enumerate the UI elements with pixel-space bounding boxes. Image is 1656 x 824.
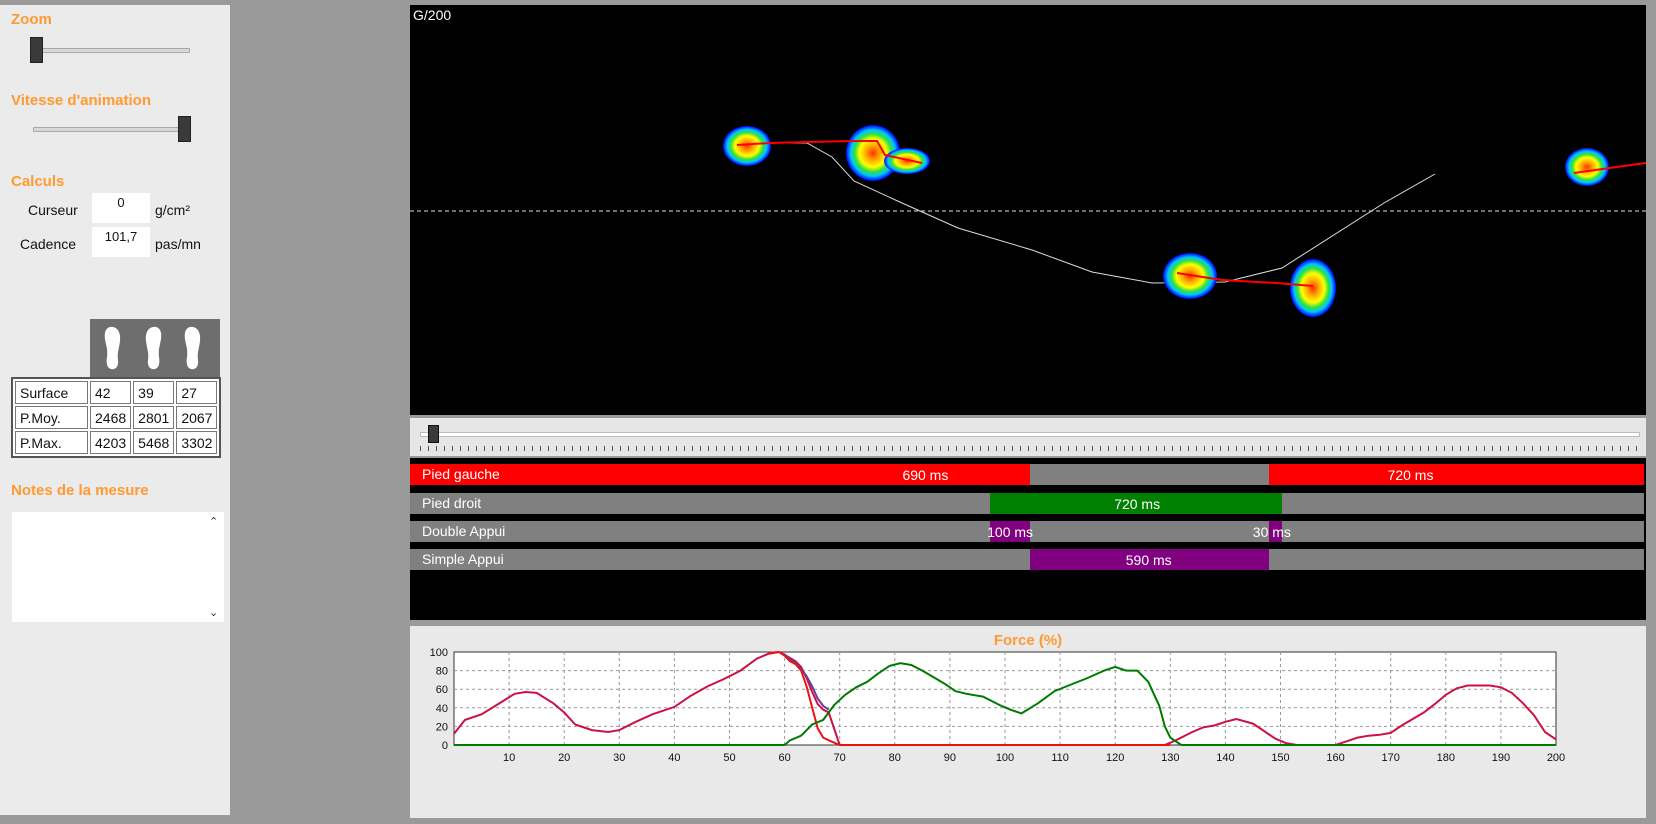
zoom-slider-track[interactable]: [33, 48, 190, 53]
table-row: P.Moy. 2468 2801 2067: [15, 406, 218, 429]
foot-icon: [184, 326, 201, 370]
cadence-field[interactable]: 101,7: [92, 227, 150, 257]
cadence-unit: pas/mn: [155, 236, 201, 252]
heatmap-scale-label: G/200: [413, 7, 452, 23]
pressure-heatmap-view[interactable]: G/200: [410, 5, 1656, 415]
notes-textarea[interactable]: ⌃ ⌄: [12, 512, 224, 622]
cell: 27: [176, 381, 218, 404]
timeline-ticks: [420, 446, 1638, 451]
phase-name: Double Appui: [422, 523, 506, 539]
cell: 2468: [90, 406, 132, 429]
cell: 2801: [133, 406, 175, 429]
x-tick-label: 30: [613, 752, 625, 764]
row-label: Surface: [15, 381, 88, 404]
cell: 4203: [90, 431, 132, 454]
phase-row: Simple Appui 590 ms: [410, 549, 1644, 570]
phase-duration-label: 690 ms: [902, 467, 949, 483]
y-tick-label: 20: [436, 721, 448, 733]
x-tick-label: 160: [1326, 752, 1344, 764]
cell: 2067: [176, 406, 218, 429]
phase-name: Pied droit: [422, 495, 482, 511]
cadence-label: Cadence: [20, 236, 77, 252]
timeline-track[interactable]: [420, 432, 1640, 437]
cell: 39: [133, 381, 175, 404]
control-panel: Zoom Vitesse d'animation Calculs Curseur…: [0, 5, 230, 815]
speed-label: Vitesse d'animation: [11, 92, 152, 109]
phase-row: Pied gauche 690 ms 720 ms: [410, 464, 1644, 485]
phase-duration-label: 30 ms: [1252, 524, 1291, 540]
x-tick-label: 200: [1547, 752, 1565, 764]
x-tick-label: 20: [558, 752, 570, 764]
x-tick-label: 180: [1437, 752, 1455, 764]
scroll-down-icon[interactable]: ⌄: [209, 606, 218, 619]
calculs-label: Calculs: [11, 173, 65, 190]
x-tick-label: 50: [723, 752, 735, 764]
notes-scrollbar[interactable]: ⌃ ⌄: [206, 512, 224, 622]
x-tick-label: 130: [1161, 752, 1179, 764]
zoom-slider-thumb[interactable]: [30, 37, 43, 63]
curseur-field[interactable]: 0: [92, 193, 150, 223]
y-tick-label: 60: [436, 684, 448, 696]
force-chart-panel: Force (%) 0 20 40 60 80 100 10 20 30 40 50 60 70 80 90…: [410, 626, 1646, 818]
curseur-label: Curseur: [28, 202, 78, 218]
notes-label: Notes de la mesure: [11, 482, 149, 499]
cell: 5468: [133, 431, 175, 454]
phase-row: Pied droit 720 ms: [410, 493, 1644, 514]
speed-slider-thumb[interactable]: [178, 116, 191, 142]
force-chart: 02040608010010 20 30 40 50 60 70 80 90 100 110 120 1…: [430, 647, 1566, 764]
x-tick-label: 190: [1492, 752, 1510, 764]
phase-row: Double Appui 100 ms 30 ms: [410, 521, 1644, 542]
scroll-up-icon[interactable]: ⌃: [209, 515, 218, 528]
x-tick-label: 40: [668, 752, 680, 764]
row-label: P.Max.: [15, 431, 88, 454]
gait-line: [736, 142, 1436, 284]
row-label: P.Moy.: [15, 406, 88, 429]
timeline-thumb[interactable]: [428, 425, 439, 443]
x-tick-label: 80: [889, 752, 901, 764]
y-tick-label: 40: [436, 703, 448, 715]
phase-duration-label: 590 ms: [1125, 552, 1172, 568]
x-tick-label: 110: [1051, 752, 1069, 764]
phase-duration-label: 100 ms: [987, 524, 1034, 540]
table-row: Surface 42 39 27: [15, 381, 218, 404]
table-row: P.Max. 4203 5468 3302: [15, 431, 218, 454]
footprints: [723, 125, 1609, 317]
x-tick-label: 70: [834, 752, 846, 764]
x-tick-label: 120: [1106, 752, 1124, 764]
phase-segment: [1269, 464, 1644, 485]
curseur-unit: g/cm²: [155, 202, 190, 218]
stats-table: Surface 42 39 27 P.Moy. 2468 2801 2067 P…: [11, 377, 222, 458]
y-tick-label: 0: [442, 740, 448, 752]
x-tick-label: 170: [1382, 752, 1400, 764]
phase-duration-label: 720 ms: [1387, 467, 1434, 483]
footprint-canvas: [410, 125, 1656, 317]
x-tick-label: 90: [944, 752, 956, 764]
cell: 3302: [176, 431, 218, 454]
phase-name: Pied gauche: [422, 466, 500, 482]
cell: 42: [90, 381, 132, 404]
gait-phases-panel: Pied gauche 690 ms 720 ms Pied droit 720 ms D…: [410, 458, 1646, 620]
x-tick-label: 10: [503, 752, 515, 764]
x-tick-label: 100: [996, 752, 1014, 764]
zoom-label: Zoom: [11, 11, 52, 28]
y-tick-label: 80: [436, 666, 448, 678]
timeline-slider[interactable]: [410, 418, 1646, 456]
phase-duration-label: 720 ms: [1114, 496, 1161, 512]
feet-header: [90, 319, 220, 377]
force-chart-title: Force (%): [993, 632, 1063, 649]
speed-slider-track[interactable]: [33, 127, 190, 132]
x-tick-label: 60: [778, 752, 790, 764]
phase-name: Simple Appui: [422, 551, 504, 567]
x-tick-label: 140: [1216, 752, 1234, 764]
right-foot-icon: [145, 326, 162, 370]
left-foot-icon: [104, 326, 121, 370]
x-tick-label: 150: [1271, 752, 1289, 764]
